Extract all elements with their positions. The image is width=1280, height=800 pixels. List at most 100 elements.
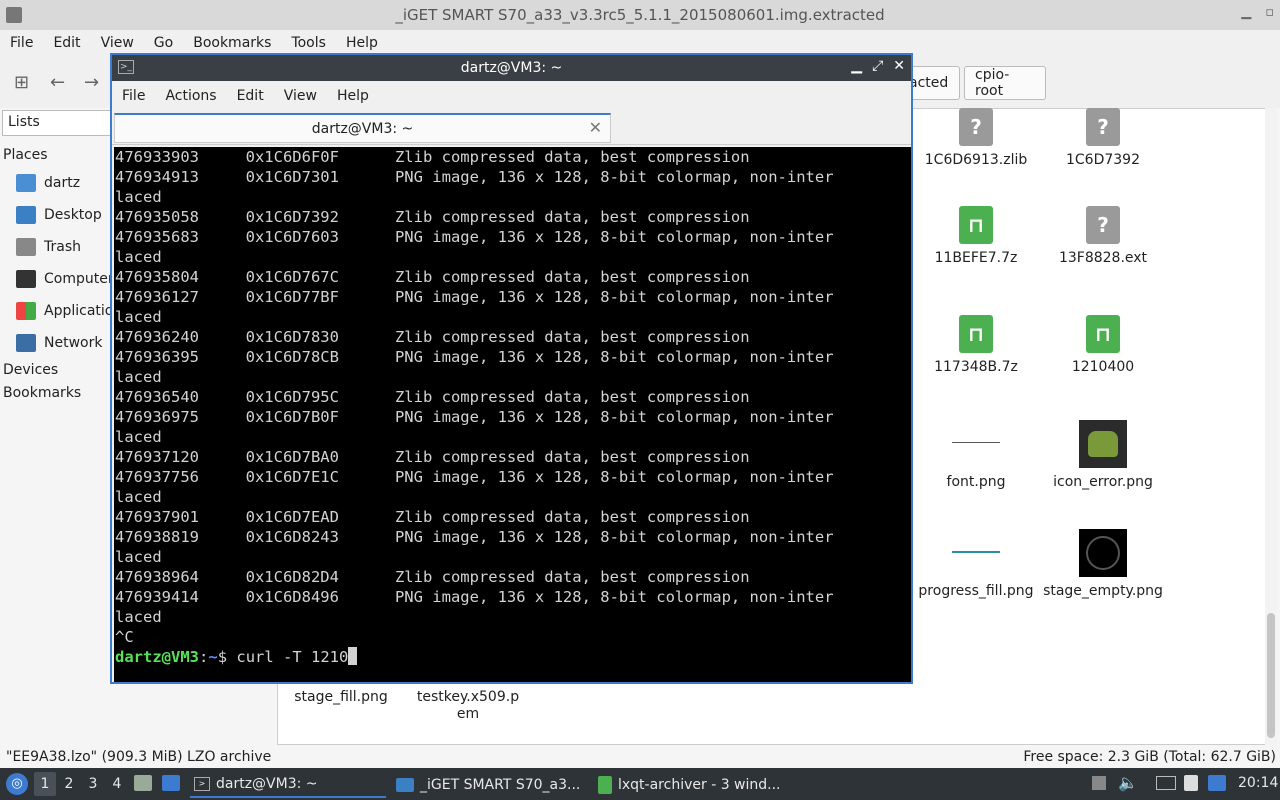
terminal-line: 476936127 0x1C6D77BF PNG image, 136 x 12… [115,288,834,306]
terminal-line: laced [115,368,162,386]
task-file-manager[interactable]: _iGET SMART S70_a3... [392,772,588,798]
desktop-1[interactable]: 1 [34,772,56,796]
volume-icon[interactable]: 🔈 [1118,773,1138,792]
minimize-icon[interactable]: ▁ [1241,5,1251,20]
terminal-title: dartz@VM3: ~ [460,60,563,76]
task-archiver[interactable]: lxqt-archiver - 3 wind... [594,772,790,798]
terminal-line: ^C [115,628,134,646]
file-item[interactable]: icon_error.png [1043,420,1163,491]
sidebar-item-applications[interactable]: Applicatio [16,302,113,320]
minimize-icon[interactable]: ▁ [851,58,862,74]
file-item[interactable]: stage_fill.png [281,689,401,706]
new-window-icon[interactable]: ⊞ [14,72,29,93]
menu-help[interactable]: Help [327,88,379,104]
file-item[interactable]: ⊓ 1210400 [1043,315,1163,376]
status-selection: "EE9A38.lzo" (909.3 MiB) LZO archive [6,749,272,765]
file-name: 1C6D6913.zlib [924,152,1028,168]
keyboard-icon[interactable] [1156,776,1176,790]
task-label: dartz@VM3: ~ [216,776,318,792]
menu-view[interactable]: View [274,88,327,104]
bookmarks-header[interactable]: Bookmarks [3,385,81,401]
sidebar-item-network[interactable]: Network [16,334,102,352]
file-grid-scrollbar[interactable] [1265,108,1277,745]
close-icon[interactable]: ✕ [893,58,905,74]
question-file-icon: ? [1086,108,1120,146]
tray-eject-icon[interactable] [1092,776,1106,790]
prompt-separator: : [199,648,209,666]
sidebar-item-computer[interactable]: Computer [16,270,114,288]
prompt-path: ~ [208,648,218,666]
file-item[interactable]: ? 1C6D7392 [1043,108,1163,169]
file-name: stage_empty.png [1043,583,1163,599]
devices-header[interactable]: Devices [3,362,58,378]
file-item[interactable]: ⊓ 117348B.7z [916,315,1036,376]
file-name: font.png [946,474,1006,490]
computer-icon [16,270,36,288]
home-folder-icon [16,174,36,192]
command-input[interactable]: curl -T 1210 [236,648,348,666]
question-file-icon: ? [1086,206,1120,244]
network-status-icon[interactable] [1208,775,1226,791]
scrollbar-thumb[interactable] [1267,613,1275,738]
menu-actions[interactable]: Actions [155,88,226,104]
file-item[interactable]: stage_empty.png [1043,529,1163,600]
terminal-line: 476937901 0x1C6D7EAD Zlib compressed dat… [115,508,750,526]
menu-help[interactable]: Help [336,35,388,51]
maximize-icon[interactable]: ▫ [1265,5,1274,20]
terminal-prompt-line[interactable]: dartz@VM3:~$ curl -T 1210 [115,647,910,667]
terminal-titlebar[interactable]: >_ dartz@VM3: ~ ▁ ⤢ ✕ [112,55,911,81]
maximize-icon[interactable]: ⤢ [872,58,883,74]
forward-arrow-icon[interactable]: → [84,72,99,93]
file-item[interactable]: ⊓ 11BEFE7.7z [916,206,1036,267]
menu-file[interactable]: File [0,35,43,51]
sidebar-item-desktop[interactable]: Desktop [16,206,102,224]
file-name: 1C6D7392 [1066,152,1140,168]
terminal-line: 476937120 0x1C6D7BA0 Zlib compressed dat… [115,448,750,466]
file-manager-titlebar[interactable]: _iGET SMART S70_a33_v3.3rc5_5.1.1_201508… [0,0,1280,30]
trash-icon [16,238,36,256]
menu-file[interactable]: File [112,88,155,104]
tab-cpio-root[interactable]: cpio-root [964,66,1046,100]
side-pane-mode-select[interactable]: Lists [2,110,112,136]
terminal-line: laced [115,308,162,326]
menu-tools[interactable]: Tools [281,35,336,51]
menu-bookmarks[interactable]: Bookmarks [183,35,281,51]
status-free-space: Free space: 2.3 GiB (Total: 62.7 GiB) [1023,749,1276,765]
file-item[interactable]: ? 13F8828.ext [1043,206,1163,267]
start-menu-icon[interactable]: ◎ [6,773,28,795]
menu-edit[interactable]: Edit [43,35,90,51]
file-item[interactable]: font.png [916,420,1036,491]
file-manager-launcher-icon[interactable] [134,775,152,791]
applications-icon [16,302,36,320]
clock[interactable]: 20:14 [1238,775,1278,791]
desktop-4[interactable]: 4 [106,772,128,796]
file-item[interactable]: ? 1C6D6913.zlib [916,108,1036,169]
file-name: 11BEFE7.7z [934,250,1018,266]
terminal-output[interactable]: 476933903 0x1C6D6F0F Zlib compressed dat… [114,147,911,682]
terminal-tab[interactable]: dartz@VM3: ~ ✕ [114,113,611,143]
clipboard-icon[interactable] [1184,775,1198,791]
close-tab-icon[interactable]: ✕ [589,118,602,137]
menu-go[interactable]: Go [144,35,183,51]
desktop-2[interactable]: 2 [58,772,80,796]
desktop-icon [16,206,36,224]
desktop-3[interactable]: 3 [82,772,104,796]
back-arrow-icon[interactable]: ← [50,72,65,93]
image-thumbnail [952,529,1000,577]
desktop-launcher-icon[interactable] [162,775,180,791]
task-terminal[interactable]: > dartz@VM3: ~ [190,772,386,798]
terminal-line: 476935058 0x1C6D7392 Zlib compressed dat… [115,208,750,226]
sidebar-item-home[interactable]: dartz [16,174,80,192]
sidebar-item-trash[interactable]: Trash [16,238,81,256]
tab-label: cpio-root [975,67,1010,99]
menu-view[interactable]: View [91,35,144,51]
terminal-line: 476936975 0x1C6D7B0F PNG image, 136 x 12… [115,408,834,426]
menu-edit[interactable]: Edit [227,88,274,104]
task-label: lxqt-archiver - 3 wind... [618,777,781,793]
tab-label: acted [909,75,949,91]
tab-label: dartz@VM3: ~ [311,120,414,137]
terminal-line: 476935683 0x1C6D7603 PNG image, 136 x 12… [115,228,834,246]
terminal-window[interactable]: >_ dartz@VM3: ~ ▁ ⤢ ✕ File Actions Edit … [110,53,913,684]
file-item[interactable]: testkey.x509.pem [408,689,528,723]
file-item[interactable]: progress_fill.png [916,529,1036,600]
